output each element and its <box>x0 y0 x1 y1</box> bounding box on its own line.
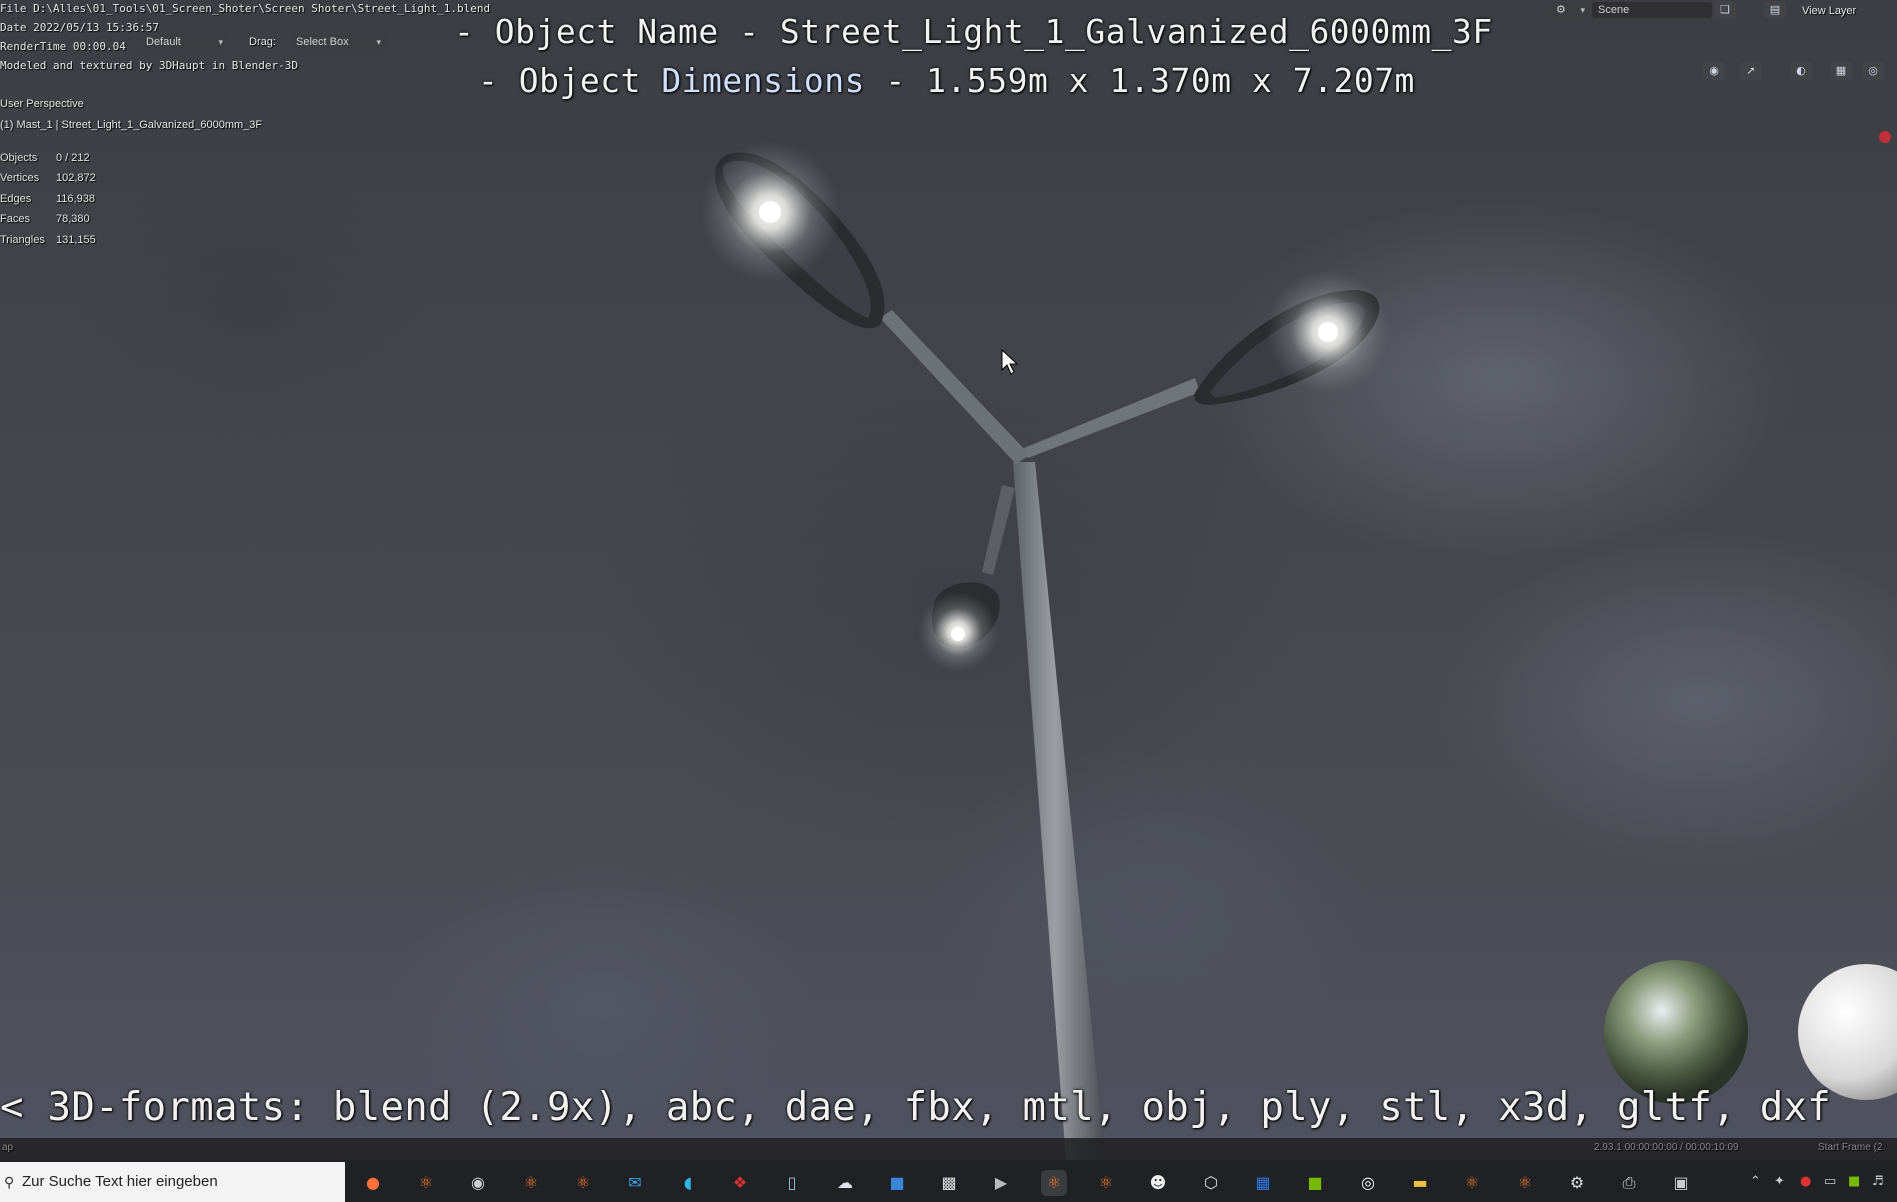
stat-value: 131,155 <box>56 234 96 246</box>
perspective-label: User Perspective <box>0 98 84 110</box>
stat-value: 0 / 212 <box>56 152 90 164</box>
view-layer-icon[interactable]: ▤ <box>1764 1 1786 19</box>
scene-statistics: Objects 0 / 212 Vertices 102,872 Edges 1… <box>0 152 120 252</box>
new-scene-icon[interactable]: ❏ <box>1714 1 1736 19</box>
orientation-dropdown[interactable]: Default ▾ <box>140 34 228 50</box>
orientation-value: Default <box>146 36 181 48</box>
folder-icon[interactable]: ▬ <box>1407 1170 1433 1196</box>
settings-icon[interactable]: ⚙ <box>1564 1170 1590 1196</box>
dimensions-value: - 1.559m x 1.370m x 7.207m <box>865 61 1415 100</box>
gizmo-icon[interactable]: ➚ <box>1740 62 1762 80</box>
app-red-icon[interactable]: ❖ <box>727 1170 753 1196</box>
search-placeholder: Zur Suche Text hier eingeben <box>22 1173 218 1190</box>
active-object-label: (1) Mast_1 | Street_Light_1_Galvanized_6… <box>0 119 263 131</box>
stat-value: 116,938 <box>56 193 95 205</box>
drag-select-dropdown[interactable]: Select Box ▾ <box>290 34 386 50</box>
tray-nvidia-icon[interactable]: ■ <box>1848 1174 1860 1189</box>
chevron-down-icon: ▾ <box>1580 5 1585 15</box>
stat-label: Triangles <box>0 234 45 246</box>
nvidia-icon[interactable]: ■ <box>1302 1170 1328 1196</box>
blender-icon[interactable]: ⚛ <box>518 1170 544 1196</box>
chevron-down-icon: ▾ <box>376 37 381 47</box>
firefox-icon[interactable]: ● <box>360 1170 386 1196</box>
taskbar-search-input[interactable]: ⚲ Zur Suche Text hier eingeben <box>0 1162 345 1202</box>
app-device-icon[interactable]: ⎙ <box>1616 1170 1642 1196</box>
blender-icon[interactable]: ⚛ <box>413 1170 439 1196</box>
tray-volume-icon[interactable]: ♬ <box>1872 1174 1884 1189</box>
app-notepad-icon[interactable]: ▯ <box>779 1170 805 1196</box>
app-window-icon[interactable]: ▣ <box>1668 1170 1694 1196</box>
render-time-text: RenderTime 00:00.04 <box>0 40 126 53</box>
scene-label: Scene <box>1598 4 1630 16</box>
scene-icon: ⚙ <box>1556 4 1566 16</box>
app-cloud-icon[interactable]: ☁ <box>832 1170 858 1196</box>
formats-banner: < 3D-formats: blend (2.9x), abc, dae, fb… <box>0 1085 1832 1130</box>
drag-select-value: Select Box <box>296 36 349 48</box>
file-path-text: File D:\Alles\01_Tools\01_Screen_Shoter\… <box>0 2 491 15</box>
xray-icon[interactable]: ▦ <box>1830 62 1852 80</box>
stat-value: 102,872 <box>56 172 96 184</box>
view-layer-label: View Layer <box>1802 5 1857 17</box>
stat-label: Faces <box>0 213 30 225</box>
start-frame-text: Start Frame (2 <box>1818 1142 1883 1153</box>
status-bar: ap 2.93.1 00:00:00:00 / 00:00:10:09 Star… <box>0 1138 1897 1160</box>
dimensions-prefix: - Object <box>478 61 662 100</box>
version-time-text: 2.93.1 00:00:00:00 / 00:00:10:09 <box>1594 1142 1739 1153</box>
panda-icon[interactable]: ☻ <box>1145 1170 1171 1196</box>
app-circle-icon[interactable]: ◎ <box>1355 1170 1381 1196</box>
credit-text: Modeled and textured by 3DHaupt in Blend… <box>0 59 299 72</box>
blender-icon[interactable]: ⚛ <box>1459 1170 1485 1196</box>
tray-chevron-up-icon[interactable]: ⌃ <box>1750 1174 1761 1189</box>
date-text: Date 2022/05/13 15:36:57 <box>0 21 159 34</box>
stat-label: Edges <box>0 193 32 205</box>
drag-label: Drag: <box>249 36 276 48</box>
tray-network-icon[interactable]: ✦ <box>1774 1174 1785 1189</box>
overlay-icon[interactable]: ◐ <box>1790 62 1812 80</box>
blender-icon[interactable]: ⚛ <box>1512 1170 1538 1196</box>
cube-icon[interactable]: ⬡ <box>1198 1170 1224 1196</box>
object-name-title: - Object Name - Street_Light_1_Galvanize… <box>454 12 1493 51</box>
stat-value: 78,380 <box>56 213 90 225</box>
mail-icon[interactable]: ✉ <box>622 1170 648 1196</box>
obs-icon[interactable]: ◉ <box>465 1170 491 1196</box>
hdri-preview-sphere <box>1604 960 1748 1104</box>
status-left-text: ap <box>2 1142 14 1153</box>
blender-icon[interactable]: ⚛ <box>1041 1170 1067 1196</box>
edge-icon[interactable]: ◖ <box>675 1170 701 1196</box>
stat-label: Vertices <box>0 172 40 184</box>
tray-app-icon[interactable]: ● <box>1800 1174 1811 1189</box>
street-light-render <box>700 142 1897 1160</box>
chevron-down-icon: ▾ <box>218 37 223 47</box>
recording-dot-icon <box>1879 131 1891 143</box>
calendar-icon[interactable]: ▦ <box>1250 1170 1276 1196</box>
scene-type-dropdown[interactable]: ⚙ ▾ <box>1550 2 1590 18</box>
blender-icon[interactable]: ⚛ <box>570 1170 596 1196</box>
app-video-icon[interactable]: ▶ <box>988 1170 1014 1196</box>
stat-label: Objects <box>0 152 38 164</box>
3d-viewport[interactable] <box>0 0 1897 1160</box>
blender-icon[interactable]: ⚛ <box>1093 1170 1119 1196</box>
tray-display-icon[interactable]: ▭ <box>1824 1174 1836 1189</box>
object-dimensions-title: - Object Dimensions - 1.559m x 1.370m x … <box>478 61 1415 100</box>
dimensions-word: Dimensions <box>661 61 865 100</box>
material-preview-sphere <box>1798 964 1897 1100</box>
visibility-icon[interactable]: ◉ <box>1703 62 1725 80</box>
shading-wire-icon[interactable]: ◎ <box>1862 62 1884 80</box>
app-blue-icon[interactable]: ■ <box>884 1170 910 1196</box>
scene-field[interactable]: Scene <box>1592 2 1712 18</box>
terminal-icon[interactable]: ▩ <box>936 1170 962 1196</box>
search-icon: ⚲ <box>4 1174 15 1190</box>
